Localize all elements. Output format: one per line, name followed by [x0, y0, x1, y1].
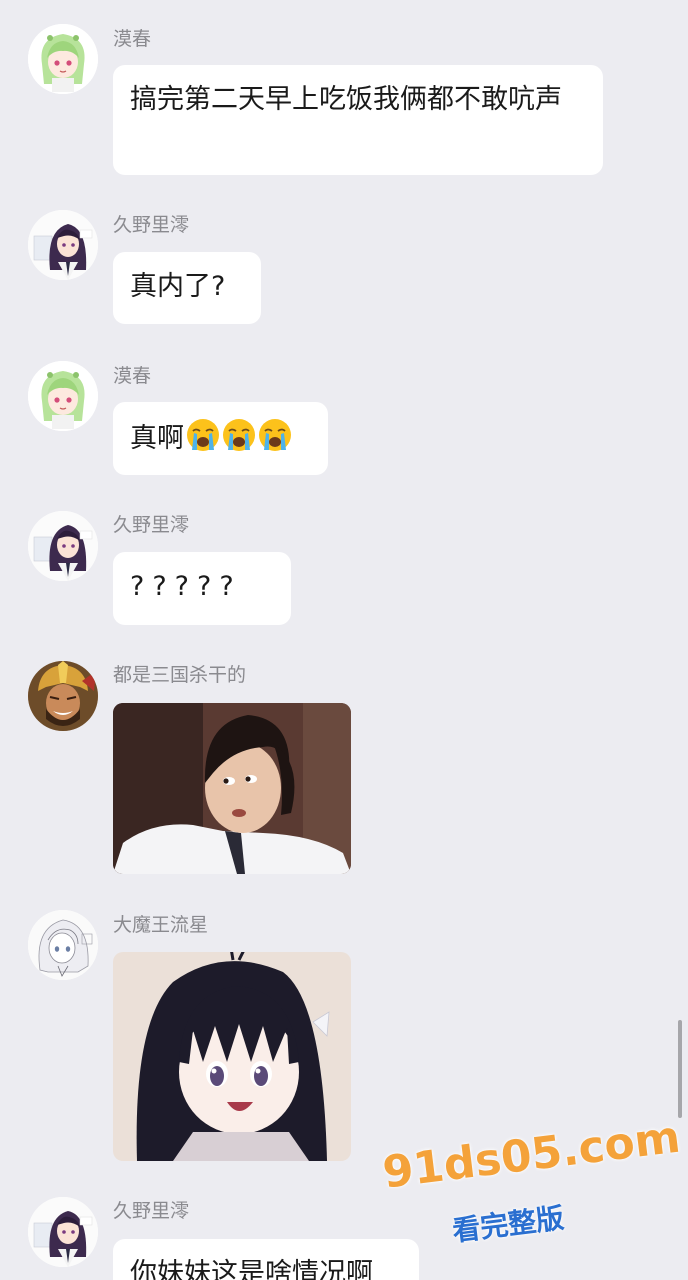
- sender-name: 漠春: [113, 365, 152, 387]
- sender-name: 大魔王流星: [113, 914, 209, 936]
- warrior-helmet-avatar-icon: [28, 661, 98, 731]
- dark-hair-anime-avatar-icon: [28, 511, 98, 581]
- message-bubble[interactable]: 真啊: [113, 402, 328, 475]
- loudly-crying-face-icon: [258, 418, 292, 452]
- man-nervous-glance-photo-icon: [113, 703, 351, 874]
- green-hair-anime-avatar-icon: [28, 361, 98, 431]
- loudly-crying-face-icon: [186, 418, 220, 452]
- message-bubble[interactable]: 你妹妹这是啥情况啊: [113, 1239, 419, 1280]
- message-bubble[interactable]: 真内了?: [113, 252, 261, 324]
- loudly-crying-face-icon: [222, 418, 256, 452]
- sender-name: 久野里澪: [113, 514, 190, 536]
- avatar-green-hair[interactable]: [28, 24, 98, 94]
- message-bubble[interactable]: 搞完第二天早上吃饭我俩都不敢吭声: [113, 65, 603, 175]
- green-hair-anime-avatar-icon: [28, 24, 98, 94]
- avatar-green-hair[interactable]: [28, 361, 98, 431]
- white-hair-sketch-avatar-icon: [28, 910, 98, 980]
- avatar-dark-hair[interactable]: [28, 210, 98, 280]
- avatar-white-hair[interactable]: [28, 910, 98, 980]
- anime-girl-dark-hair-smiling-icon: [113, 952, 351, 1161]
- sticker-image[interactable]: [113, 703, 351, 874]
- watermark-subtitle: 看完整版: [450, 1201, 566, 1248]
- message-bubble[interactable]: ?????: [113, 552, 291, 625]
- sticker-image[interactable]: [113, 952, 351, 1161]
- message-text: 真啊: [130, 423, 184, 454]
- dark-hair-anime-avatar-icon: [28, 210, 98, 280]
- sender-name: 都是三国杀干的: [113, 664, 247, 686]
- chat-message-list[interactable]: 漠春 搞完第二天早上吃饭我俩都不敢吭声 久野里澪 真内了? 漠春 真啊 久野里澪…: [0, 0, 688, 1280]
- avatar-warrior[interactable]: [28, 661, 98, 731]
- avatar-dark-hair[interactable]: [28, 1197, 98, 1267]
- sender-name: 漠春: [113, 28, 152, 50]
- sender-name: 久野里澪: [113, 1200, 190, 1222]
- sender-name: 久野里澪: [113, 214, 190, 236]
- avatar-dark-hair[interactable]: [28, 511, 98, 581]
- watermark: 91ds05.com 看完整版: [380, 1112, 683, 1268]
- dark-hair-anime-avatar-icon: [28, 1197, 98, 1267]
- scrollbar[interactable]: [678, 1020, 682, 1118]
